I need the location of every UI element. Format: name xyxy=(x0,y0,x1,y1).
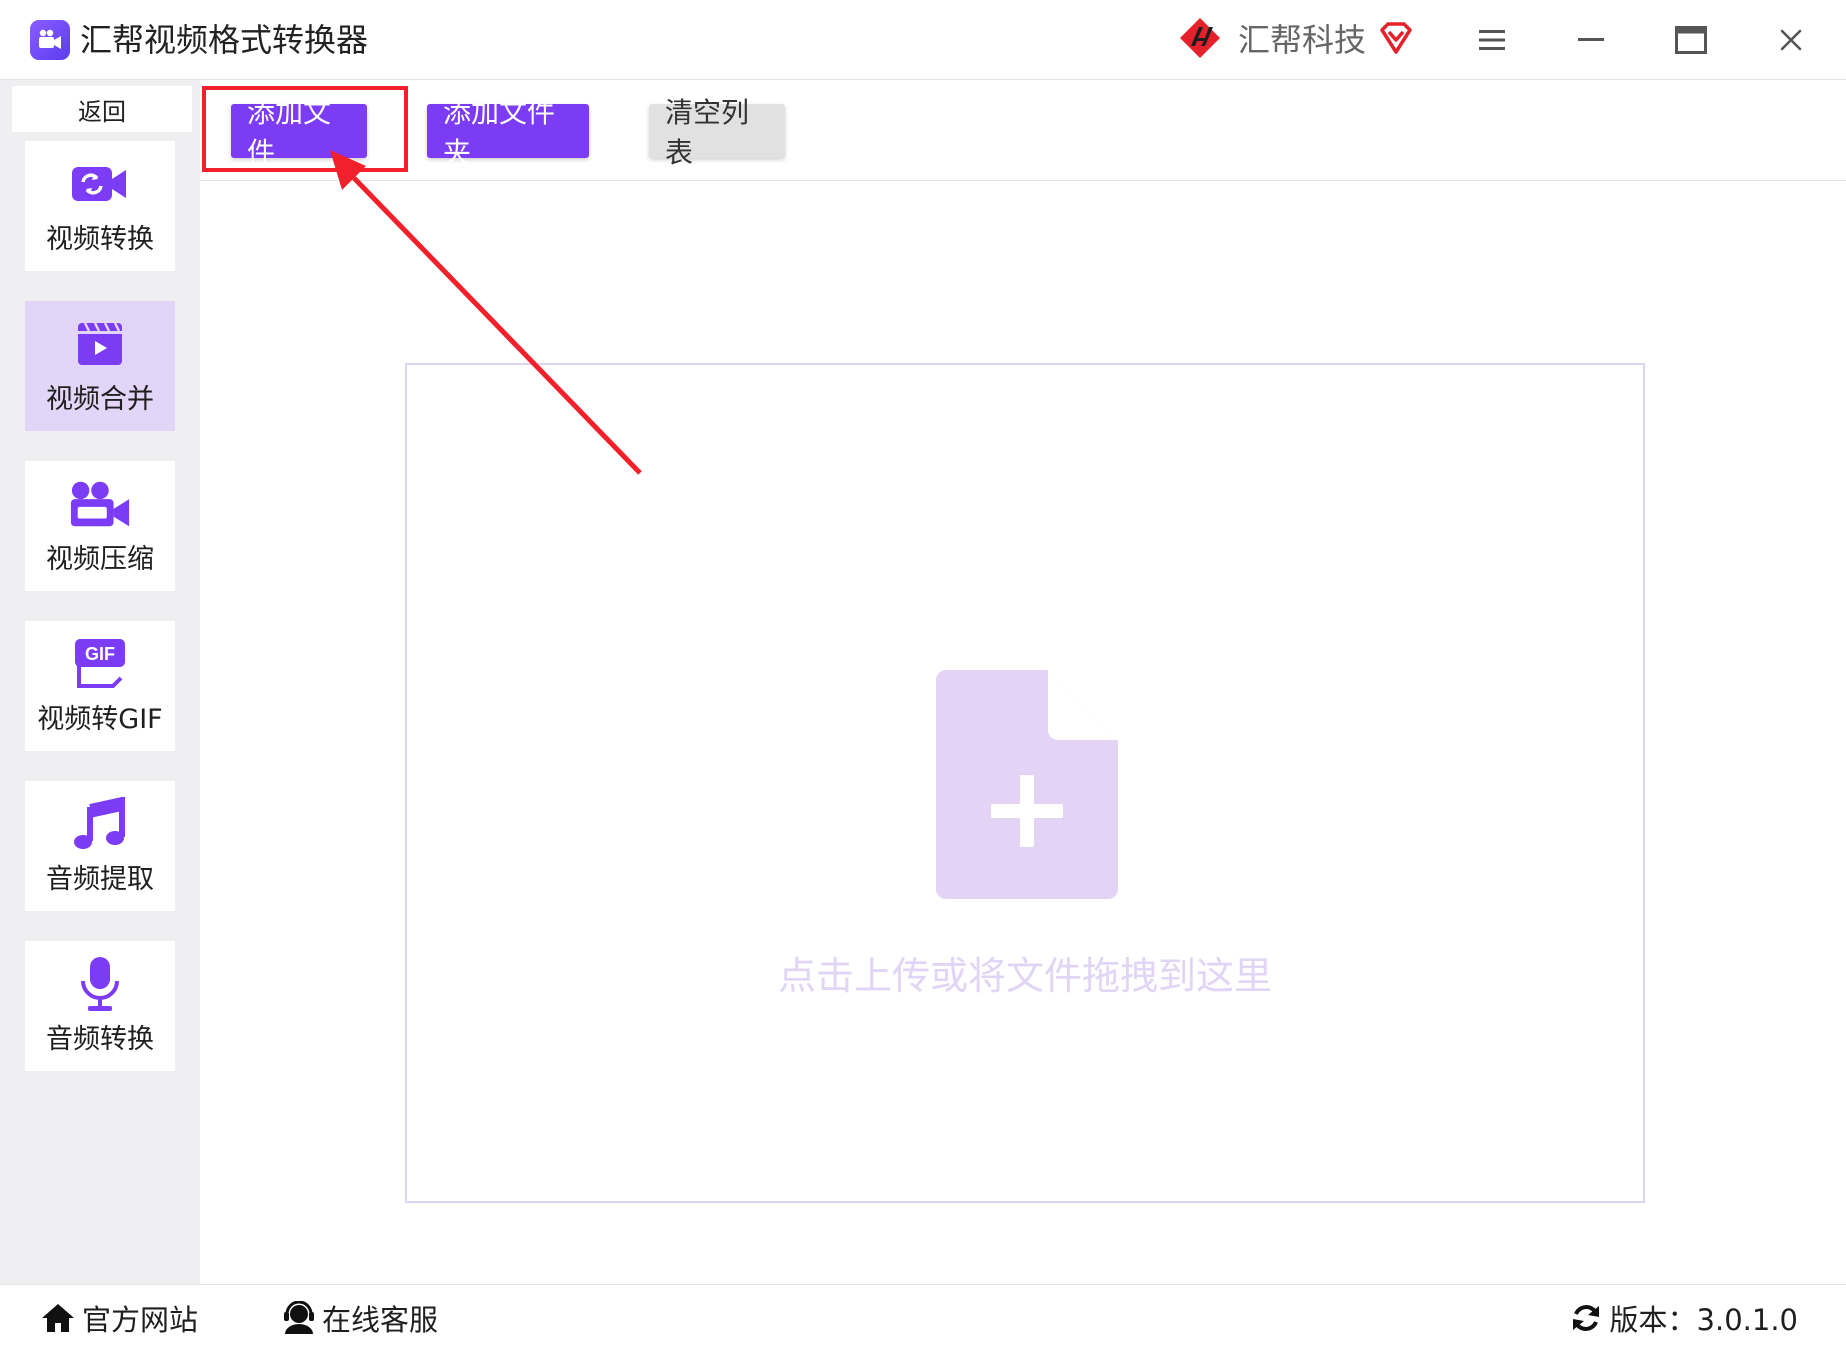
sidebar-item-audio-convert[interactable]: 音频转换 xyxy=(25,941,175,1071)
official-website-label: 官方网站 xyxy=(82,1303,199,1337)
online-support-label: 在线客服 xyxy=(322,1303,439,1337)
music-note-icon xyxy=(74,796,125,849)
sidebar-item-audio-extract[interactable]: 音频提取 xyxy=(25,781,175,911)
video-compress-icon xyxy=(70,481,130,526)
maximize-icon xyxy=(1675,26,1707,54)
sidebar-item-label: 视频转换 xyxy=(46,223,154,255)
sidebar-item-video-merge[interactable]: 视频合并 xyxy=(25,301,175,431)
sidebar-item-video-compress[interactable]: 视频压缩 xyxy=(25,461,175,591)
menu-button[interactable] xyxy=(1470,18,1514,62)
video-convert-icon xyxy=(72,166,126,201)
official-website-link[interactable]: 官方网站 xyxy=(40,1295,198,1341)
refresh-icon[interactable] xyxy=(1570,1302,1602,1334)
version-info: 版本：3.0.1.0 xyxy=(1570,1295,1798,1341)
add-folder-button[interactable]: 添加文件夹 xyxy=(427,96,589,169)
customer-service-icon xyxy=(284,1301,314,1334)
maximize-button[interactable] xyxy=(1669,18,1713,62)
sidebar-item-label: 视频合并 xyxy=(46,383,154,415)
close-button[interactable] xyxy=(1769,18,1813,62)
hamburger-menu-icon xyxy=(1479,30,1505,50)
sidebar-item-video-to-gif[interactable]: GIF 视频转GIF xyxy=(25,621,175,751)
brand-name: 汇帮科技 xyxy=(1238,21,1367,59)
app-logo-icon xyxy=(30,20,70,60)
footer: 官方网站 在线客服 版本：3.0.1.0 xyxy=(0,1284,1846,1350)
sidebar-item-video-convert[interactable]: 视频转换 xyxy=(25,141,175,271)
microphone-icon xyxy=(81,956,119,1011)
file-drop-zone[interactable]: 点击上传或将文件拖拽到这里 xyxy=(405,363,1645,1203)
sidebar-item-label: 视频转GIF xyxy=(37,703,163,735)
video-merge-icon xyxy=(78,321,122,365)
vip-diamond-icon[interactable] xyxy=(1378,20,1414,56)
sidebar-item-label: 音频转换 xyxy=(46,1023,154,1055)
gif-icon: GIF xyxy=(75,638,125,688)
svg-text:GIF: GIF xyxy=(85,644,115,664)
version-label: 版本：3.0.1.0 xyxy=(1609,1303,1798,1337)
home-icon xyxy=(42,1304,74,1332)
brand-logo-icon xyxy=(1180,18,1220,58)
sidebar-item-label: 视频压缩 xyxy=(46,543,154,575)
close-icon xyxy=(1780,29,1802,51)
title-bar: 汇帮视频格式转换器 汇帮科技 xyxy=(0,0,1846,80)
online-support-link[interactable]: 在线客服 xyxy=(282,1295,438,1341)
add-file-button[interactable]: 添加文件 xyxy=(231,96,367,169)
app-title: 汇帮视频格式转换器 xyxy=(80,21,369,59)
minimize-icon xyxy=(1578,38,1604,41)
add-file-icon xyxy=(936,670,1118,899)
back-button[interactable]: 返回 xyxy=(12,86,192,132)
clear-list-button[interactable]: 清空列表 xyxy=(649,96,785,169)
drop-hint-text: 点击上传或将文件拖拽到这里 xyxy=(777,954,1272,998)
sidebar-item-label: 音频提取 xyxy=(46,863,154,895)
minimize-button[interactable] xyxy=(1569,18,1613,62)
sidebar: 返回 视频转换 视频合并 视频压缩 GIF 视频转GIF 音频提取 音频转换 xyxy=(0,80,200,1284)
toolbar: 添加文件 添加文件夹 清空列表 xyxy=(200,80,1846,181)
